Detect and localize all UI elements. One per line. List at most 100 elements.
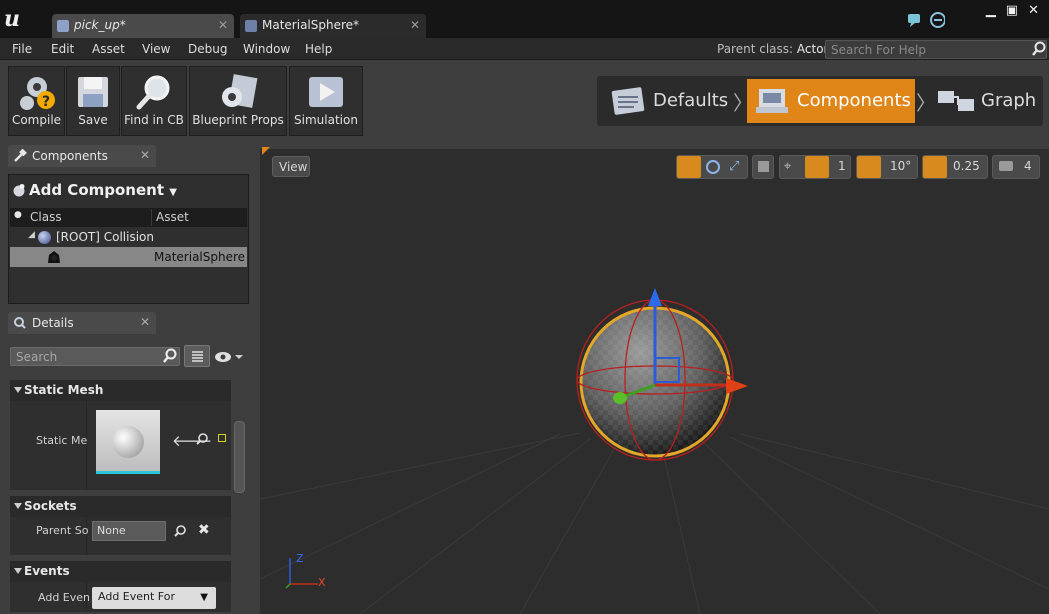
camera-speed-button[interactable]	[992, 155, 1040, 179]
section-sockets[interactable]: Sockets	[10, 496, 231, 517]
reset-default-icon[interactable]	[218, 434, 226, 442]
close-window-icon[interactable]: ✕	[1028, 3, 1039, 18]
components-panel-tab[interactable]: Components ✕	[8, 145, 156, 167]
notification-icons	[908, 12, 945, 28]
save-icon	[78, 77, 108, 107]
translate-tool-icon[interactable]	[677, 156, 701, 178]
mode-graph[interactable]: Graph	[934, 79, 1040, 123]
simulation-label: Simulation	[294, 113, 358, 127]
menu-debug[interactable]: Debug	[188, 42, 227, 56]
visibility-dropdown[interactable]	[214, 350, 244, 364]
details-panel-tab[interactable]: Details ✕	[8, 312, 156, 334]
tab-label: MaterialSphere*	[262, 18, 360, 32]
graph-icon	[938, 91, 974, 111]
axis-z-label: Z	[296, 552, 304, 565]
hammer-icon	[14, 149, 27, 162]
close-icon[interactable]: ✕	[140, 315, 150, 329]
list-icon	[192, 351, 203, 362]
menu-edit[interactable]: Edit	[51, 42, 74, 56]
tree-row-label: [ROOT] Collision	[56, 230, 154, 244]
unreal-logo-icon: u	[4, 6, 20, 32]
column-class[interactable]: Class	[30, 210, 62, 224]
rotation-snap-value[interactable]: 10°	[890, 159, 911, 173]
scale-tool-icon[interactable]: ⤢	[729, 159, 739, 174]
tab-label: pick_up*	[74, 18, 126, 32]
compile-button[interactable]: ? Compile	[8, 66, 65, 136]
column-divider	[151, 209, 152, 226]
tree-row-material-sphere[interactable]: MaterialSphere	[10, 247, 247, 267]
view-menu-button[interactable]: View	[272, 156, 310, 177]
grid-snap-icon[interactable]	[805, 156, 829, 178]
view-options-button[interactable]	[184, 345, 210, 367]
section-static-mesh[interactable]: Static Mesh	[10, 380, 231, 401]
rotate-tool-icon[interactable]	[706, 160, 720, 174]
surface-snap-icon[interactable]: ⌖	[784, 159, 791, 174]
local-space-button[interactable]	[752, 155, 774, 179]
search-icon[interactable]	[1031, 41, 1047, 57]
menu-window[interactable]: Window	[243, 42, 290, 56]
components-label: Components	[797, 90, 911, 111]
transform-tools: ⤢	[676, 155, 748, 179]
details-search-input[interactable]: Search	[10, 347, 180, 366]
tree-row-root[interactable]: ◢ [ROOT] Collision	[10, 228, 247, 246]
expand-icon[interactable]: ◢	[28, 230, 35, 240]
static-mesh-thumbnail[interactable]	[96, 410, 160, 474]
components-tab-label: Components	[32, 149, 108, 163]
camera-icon	[999, 161, 1013, 171]
parent-class-label: Parent class:	[717, 42, 794, 56]
add-event-dropdown[interactable]: Add Event For ▼	[92, 587, 216, 609]
blueprint-props-icon	[222, 74, 258, 108]
parent-class: Parent class: Actor	[717, 42, 828, 56]
browse-icon[interactable]	[195, 432, 209, 446]
grid-snap-value[interactable]: 1	[838, 159, 846, 173]
save-button[interactable]: Save	[66, 66, 120, 136]
menu-file[interactable]: File	[12, 42, 32, 56]
compile-icon: ?	[19, 77, 55, 110]
add-component-icon	[13, 184, 25, 197]
menu-asset[interactable]: Asset	[92, 42, 125, 56]
add-event-value: Add Event For	[98, 590, 175, 603]
search-icon[interactable]	[163, 348, 178, 364]
menu-view[interactable]: View	[142, 42, 170, 56]
tree-row-label: MaterialSphere	[154, 250, 246, 264]
clear-icon[interactable]: ✖	[198, 522, 210, 538]
window-controls: ▁ ▣ ✕	[986, 3, 1039, 18]
mode-defaults[interactable]: Defaults	[604, 79, 732, 123]
add-component-button[interactable]: Add Component ▼	[12, 181, 177, 199]
graph-label: Graph	[981, 90, 1037, 111]
cube-icon	[758, 161, 769, 172]
find-in-cb-label: Find in CB	[124, 113, 184, 127]
close-icon[interactable]: ✕	[218, 18, 228, 32]
maximize-icon[interactable]: ▣	[1006, 3, 1018, 18]
close-icon[interactable]: ✕	[410, 18, 420, 32]
details-scrollbar[interactable]	[234, 421, 245, 493]
camera-speed-value[interactable]: 4	[1024, 159, 1032, 173]
sphere-icon	[38, 231, 51, 244]
mode-components[interactable]: Components	[747, 79, 915, 123]
tab-pick-up[interactable]: pick_up* ✕	[52, 14, 234, 38]
sphere-thumbnail-icon	[112, 426, 144, 458]
simulation-button[interactable]: Simulation	[289, 66, 363, 136]
blueprint-props-label: Blueprint Props	[192, 113, 284, 127]
parent-socket-field[interactable]: None	[92, 521, 166, 541]
section-events[interactable]: Events	[10, 561, 231, 582]
axis-x-label: X	[318, 576, 326, 589]
magnifier-icon	[136, 75, 170, 110]
close-icon[interactable]: ✕	[140, 148, 150, 162]
material-sphere-mesh[interactable]	[568, 280, 758, 470]
scale-snap-value[interactable]: 0.25	[953, 159, 980, 173]
find-in-cb-button[interactable]: Find in CB	[121, 66, 187, 136]
help-search-input[interactable]: Search For Help	[825, 40, 1047, 59]
tab-material-sphere[interactable]: MaterialSphere* ✕	[240, 14, 426, 38]
chevron-right-icon: 〉	[916, 91, 936, 115]
minimize-icon[interactable]: ▁	[986, 3, 996, 18]
blueprint-props-button[interactable]: Blueprint Props	[189, 66, 287, 136]
column-asset[interactable]: Asset	[156, 210, 189, 224]
static-mesh-label: Static Me	[36, 434, 88, 447]
defaults-label: Defaults	[653, 90, 729, 111]
compile-label: Compile	[11, 113, 62, 127]
menu-help[interactable]: Help	[305, 42, 332, 56]
scale-snap-icon[interactable]	[923, 156, 947, 178]
rotation-snap-icon[interactable]	[857, 156, 881, 178]
search-icon[interactable]	[173, 524, 187, 538]
